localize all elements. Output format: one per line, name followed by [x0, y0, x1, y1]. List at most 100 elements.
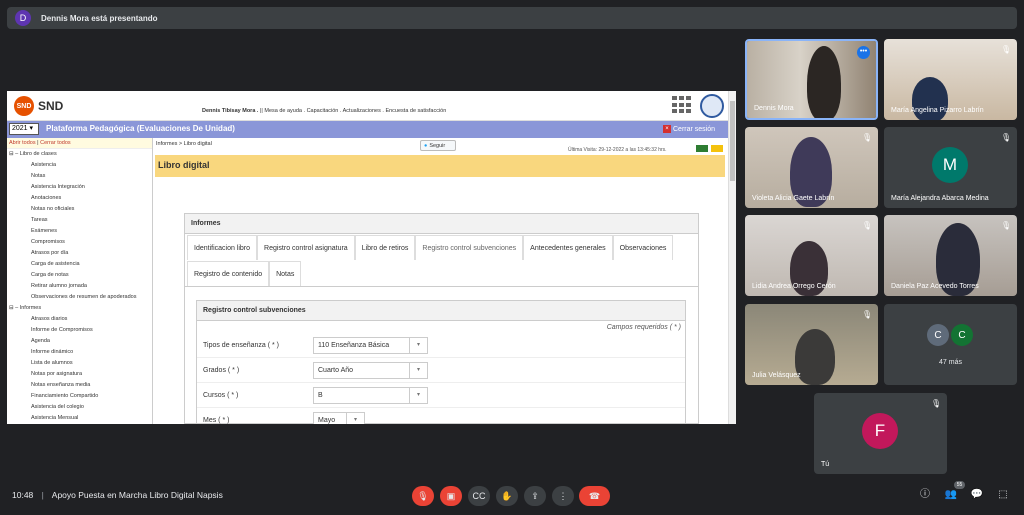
present-button[interactable]: ⇪ — [524, 486, 546, 506]
sidebar-item[interactable]: Informe de Compromisos — [7, 325, 152, 336]
mic-off-icon: 🎙 — [1001, 221, 1012, 230]
last-visit: Última Visita: 29-12-2022 a las 13:45:32… — [568, 147, 667, 153]
select-value: B — [318, 392, 323, 399]
apps-grid-icon[interactable] — [672, 96, 692, 114]
participant-tile[interactable]: F Tú 🎙 — [814, 393, 947, 474]
mic-toggle-button[interactable]: 🎙 — [412, 486, 434, 506]
meeting-controls: 10:48 | Apoyo Puesta en Marcha Libro Dig… — [0, 478, 1024, 515]
people-icon[interactable]: 👥 — [944, 488, 958, 502]
logout-link[interactable]: × Cerrar sesión — [663, 125, 715, 133]
end-call-button[interactable]: ☎ — [579, 486, 610, 506]
tab-antecedentes-generales[interactable]: Antecedentes generales — [523, 235, 613, 260]
mic-off-icon: 🎙 — [417, 490, 429, 501]
raise-hand-button[interactable]: ✋ — [496, 486, 518, 506]
sidebar-item[interactable]: Atrasos diarios — [7, 314, 152, 325]
participant-tile[interactable]: Julia Velásquez 🎙 — [745, 304, 878, 385]
participant-tile[interactable]: Lidia Andrea Orrego Cerón 🎙 — [745, 215, 878, 296]
camera-toggle-button[interactable]: ▣ — [440, 486, 462, 506]
twitter-icon: ● — [424, 142, 428, 149]
tab-notas[interactable]: Notas — [269, 261, 302, 286]
sidebar-item[interactable]: Tareas — [7, 215, 152, 226]
presenting-banner: D Dennis Mora está presentando — [7, 7, 1017, 29]
sidebar-item[interactable]: Asistencia Integración — [7, 182, 152, 193]
sidebar-group[interactable]: ⊟ – Informes — [7, 303, 152, 314]
tile-options-icon[interactable]: ••• — [857, 46, 870, 59]
tab-observaciones[interactable]: Observaciones — [612, 235, 674, 260]
close-all-link[interactable]: Cerrar todos — [40, 140, 71, 146]
form-row: Cursos ( * ) B ▾ — [197, 383, 685, 408]
sidebar-item[interactable]: Carga de notas — [7, 270, 152, 281]
twitter-follow-button[interactable]: ● Seguir — [420, 140, 456, 151]
chevron-down-icon: ▾ — [346, 413, 364, 424]
sidebar-item[interactable]: Informe dinámico — [7, 347, 152, 358]
snd-header: SND SND Dennis Tibisay Mora . || Mesa de… — [7, 91, 736, 121]
participant-tile[interactable]: M María Alejandra Abarca Medina 🎙 — [884, 127, 1017, 208]
activities-icon[interactable]: ⬚ — [996, 488, 1010, 502]
more-options-button[interactable]: ⋮ — [552, 486, 574, 506]
chevron-down-icon: ▾ — [409, 363, 427, 378]
year-select[interactable]: 2021 ▾ — [9, 123, 39, 135]
participant-tile[interactable]: María Angelina Pizarro Labrín 🎙 — [884, 39, 1017, 120]
info-icon[interactable]: ⓘ — [918, 488, 932, 502]
participant-name: Violeta Alicia Gaete Labrín — [752, 195, 835, 202]
form-row: Grados ( * ) Cuarto Año ▾ — [197, 358, 685, 383]
sidebar-item[interactable]: Asistencia — [7, 160, 152, 171]
sidebar-item[interactable]: Notas — [7, 171, 152, 182]
field-select[interactable]: B ▾ — [313, 387, 428, 404]
sidebar-item[interactable]: Financiamiento Compartido — [7, 391, 152, 402]
sidebar-item[interactable]: Lista de alumnos — [7, 358, 152, 369]
sidebar-item[interactable]: Exámenes — [7, 226, 152, 237]
breadcrumb[interactable]: Informes > Libro digital — [156, 141, 212, 147]
participant-tile[interactable]: C C 47 más — [884, 304, 1017, 385]
snd-app-name: SND — [38, 99, 64, 113]
sidebar-tree: ⊟ – Libro de clases Asistencia Notas Asiste… — [7, 149, 152, 424]
report-tabs: Identificacion libro Registro control asi… — [185, 234, 698, 287]
meeting-info: 10:48 | Apoyo Puesta en Marcha Libro Dig… — [12, 490, 223, 500]
tab-registro-control-asignatura[interactable]: Registro control asignatura — [257, 235, 355, 260]
sidebar-item[interactable]: Asistencia Mensual — [7, 413, 152, 424]
participant-tile[interactable]: Violeta Alicia Gaete Labrín 🎙 — [745, 127, 878, 208]
chat-icon[interactable]: 💬 — [970, 488, 984, 502]
form-row: Tipos de enseñanza ( * ) 110 Enseñanza Bá… — [197, 333, 685, 358]
tab-registro-de-contenido[interactable]: Registro de contenido — [187, 261, 270, 286]
close-icon: × — [663, 125, 671, 133]
sidebar-item[interactable]: Carga de asistencia — [7, 259, 152, 270]
sidebar-item[interactable]: Notas por asignatura — [7, 369, 152, 380]
tab-libro-de-retiros[interactable]: Libro de retiros — [354, 235, 416, 260]
sidebar-item[interactable]: Atrasos por día — [7, 248, 152, 259]
informes-panel: Informes Identificacion libro Registro co… — [184, 213, 699, 424]
field-select[interactable]: Mayo ▾ — [313, 412, 365, 424]
participant-tile[interactable]: Dennis Mora ••• — [745, 39, 878, 120]
sidebar-item[interactable]: Anotaciones — [7, 193, 152, 204]
tab-registro-control-subvenciones[interactable]: Registro control subvenciones — [415, 235, 524, 260]
open-all-link[interactable]: Abrir todos — [9, 140, 36, 146]
sidebar-item[interactable]: Retirar alumno jornada — [7, 281, 152, 292]
sidebar-item[interactable]: Notas no oficiales — [7, 204, 152, 215]
tab-identificacion-libro[interactable]: Identificacion libro — [187, 235, 258, 260]
participant-tile[interactable]: Daniela Paz Acevedo Torres 🎙 — [884, 215, 1017, 296]
excel-icon[interactable] — [696, 145, 708, 152]
sidebar-group[interactable]: ⊟ – Libro de clases — [7, 149, 152, 160]
captions-button[interactable]: CC — [468, 486, 490, 506]
export-icon[interactable] — [711, 145, 723, 152]
sidebar-item[interactable]: Notas enseñanza media — [7, 380, 152, 391]
sidebar-item[interactable]: Compromisos — [7, 237, 152, 248]
sidebar-item[interactable]: Agenda — [7, 336, 152, 347]
mic-off-icon: 🎙 — [1001, 133, 1012, 142]
page-title-bar: Libro digital — [155, 155, 725, 177]
chevron-down-icon: ▾ — [409, 338, 427, 353]
page-scrollbar[interactable] — [728, 91, 736, 424]
subvenciones-form: Registro control subvenciones Campos req… — [196, 300, 686, 424]
mic-off-icon: 🎙 — [1001, 45, 1012, 54]
sidebar-item[interactable]: Observaciones de resumen de apoderados — [7, 292, 152, 303]
more-participants-label: 47 más — [939, 359, 962, 366]
snd-logo-icon: SND — [14, 96, 34, 116]
field-select[interactable]: 110 Enseñanza Básica ▾ — [313, 337, 428, 354]
meet-window: D Dennis Mora está presentando SND SND D… — [0, 0, 1024, 515]
end-call-icon: ☎ — [588, 490, 601, 501]
form-title: Registro control subvenciones — [197, 301, 685, 321]
field-select[interactable]: Cuarto Año ▾ — [313, 362, 428, 379]
top-nav-links[interactable]: || Mesa de ayuda . Capacitación . Actual… — [260, 108, 446, 114]
chevron-down-icon: ▾ — [409, 388, 427, 403]
sidebar-item[interactable]: Asistencia del colegio — [7, 402, 152, 413]
